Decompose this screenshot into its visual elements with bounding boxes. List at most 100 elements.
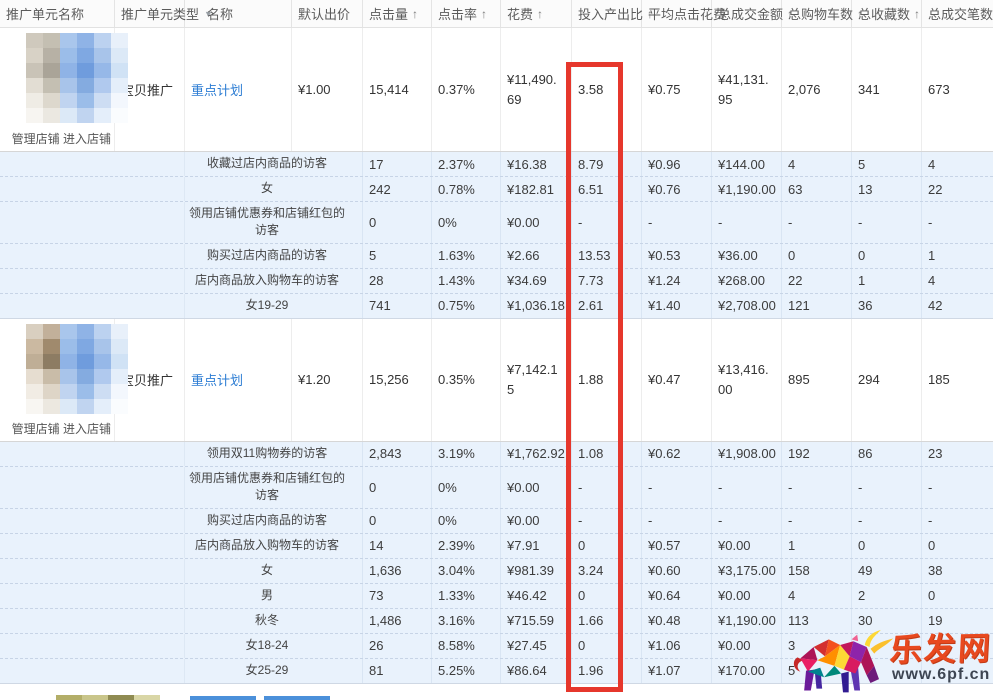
blurred-shop-image[interactable] xyxy=(26,33,128,123)
clipped-link-placeholder[interactable] xyxy=(264,696,330,700)
cell-roi-value: 1.96 xyxy=(578,663,603,678)
cell-ctr: 8.58% xyxy=(432,634,501,658)
column-header-6[interactable]: 点击率↑ xyxy=(432,0,501,27)
cell-clicks: 242 xyxy=(363,177,432,201)
cell-avg: ¥0.64 xyxy=(642,584,712,608)
cell-cost-value: ¥981.39 xyxy=(507,563,554,578)
cell-orders-value: 0 xyxy=(928,538,935,553)
audience-sub-row: 收藏过店内商品的访客172.37%¥16.388.79¥0.96¥144.004… xyxy=(0,152,993,177)
audience-name-cell-value: 女 xyxy=(261,180,273,197)
audience-name-cell: 女18-24 xyxy=(185,634,363,658)
cell-ctr-value: 0.78% xyxy=(438,182,475,197)
column-header-11[interactable]: 总购物车数↑ xyxy=(782,0,852,27)
cell-avg: ¥1.24 xyxy=(642,269,712,293)
cell-ctr: 0% xyxy=(432,202,501,243)
sub-row-spacer xyxy=(0,509,185,533)
cell-clicks-value: 1,636 xyxy=(369,563,402,578)
audience-name-cell: 男 xyxy=(185,584,363,608)
cell-roi-value: 1.66 xyxy=(578,613,603,628)
cell-cost: ¥1,762.92 xyxy=(501,442,572,466)
audience-name-cell-value: 领用双11购物券的访客 xyxy=(207,445,327,462)
column-header-4: 默认出价 xyxy=(292,0,363,27)
column-header-label: 名称 xyxy=(207,4,233,23)
cell-amount-value: ¥268.00 xyxy=(718,273,765,288)
audience-sub-row: 店内商品放入购物车的访客142.39%¥7.910¥0.57¥0.00100 xyxy=(0,534,993,559)
cell-amount-value: - xyxy=(718,513,722,528)
cell-avg: ¥0.48 xyxy=(642,609,712,633)
column-header-12[interactable]: 总收藏数 ↑ xyxy=(852,0,922,27)
clipped-link-placeholder[interactable] xyxy=(190,696,256,700)
default-bid-cell-value: ¥1.00 xyxy=(298,82,331,97)
cell-orders-value: 0 xyxy=(928,588,935,603)
audience-name-cell-value: 购买过店内商品的访客 xyxy=(207,512,327,529)
plan-name-link[interactable]: 重点计划 xyxy=(191,80,243,99)
cell-ctr: 3.04% xyxy=(432,559,501,583)
audience-name-cell: 店内商品放入购物车的访客 xyxy=(185,269,363,293)
cell-ctr-value: 2.39% xyxy=(438,538,475,553)
audience-name-cell: 女25-29 xyxy=(185,659,363,683)
watermark-brand: 乐发网 xyxy=(889,623,993,671)
cell-orders: 0 xyxy=(922,584,993,608)
cell-favs-value: 2 xyxy=(858,588,865,603)
manage-shop-link[interactable]: 管理店铺 xyxy=(12,422,60,436)
sub-row-spacer xyxy=(0,467,185,508)
cell-orders-value: - xyxy=(928,513,932,528)
column-header-9: 平均点击花费 xyxy=(642,0,712,27)
cell-orders: 22 xyxy=(922,177,993,201)
column-header-10[interactable]: 总成交金额↑ xyxy=(712,0,782,27)
sort-arrow-icon[interactable]: ↑ xyxy=(537,7,543,21)
cell-clicks-value: 741 xyxy=(369,298,391,313)
audience-name-cell-value: 女19-29 xyxy=(246,297,289,314)
sort-arrow-icon[interactable]: ↑ xyxy=(914,7,920,21)
cell-favs: 49 xyxy=(852,559,922,583)
watermark: 乐发网 www.6pf.cn xyxy=(790,626,990,698)
cell-clicks: 28 xyxy=(363,269,432,293)
cell-orders: - xyxy=(922,467,993,508)
cell-ctr: 3.19% xyxy=(432,442,501,466)
blurred-shop-image[interactable] xyxy=(26,324,128,414)
cell-roi: 0 xyxy=(572,584,642,608)
cell-cost: ¥2.66 xyxy=(501,244,572,268)
cell-cost: ¥7,142.15 xyxy=(501,319,572,441)
cell-avg-value: ¥0.75 xyxy=(648,82,681,97)
column-header-label: 总成交笔数 xyxy=(928,4,993,23)
column-header-8[interactable]: 投入产出比↑ xyxy=(572,0,642,27)
enter-shop-link[interactable]: 进入店铺 xyxy=(63,132,111,146)
cell-ctr-value: 0% xyxy=(438,513,457,528)
enter-shop-link[interactable]: 进入店铺 xyxy=(63,422,111,436)
sub-row-spacer xyxy=(0,559,185,583)
cell-orders: 185 xyxy=(922,319,993,441)
cell-ctr-value: 8.58% xyxy=(438,638,475,653)
cell-carts-value: 0 xyxy=(788,248,795,263)
cell-favs-value: - xyxy=(858,480,862,495)
cell-favs: 2 xyxy=(852,584,922,608)
cell-clicks-value: 15,256 xyxy=(369,372,409,387)
sub-row-spacer xyxy=(0,177,185,201)
column-header-5[interactable]: 点击量↑ xyxy=(363,0,432,27)
cell-orders-value: 673 xyxy=(928,82,950,97)
cell-clicks: 741 xyxy=(363,294,432,318)
column-header-2[interactable]: 推广单元类型▼ xyxy=(115,0,185,27)
cell-avg-value: ¥0.76 xyxy=(648,182,681,197)
column-header-7[interactable]: 花费↑ xyxy=(501,0,572,27)
sort-arrow-icon[interactable]: ↑ xyxy=(481,7,487,21)
cell-carts: 63 xyxy=(782,177,852,201)
cell-avg-value: - xyxy=(648,215,652,230)
audience-name-cell-value: 领用店铺优惠券和店铺红包的访客 xyxy=(185,205,349,240)
table-body: 管理店铺 进入店铺宝贝推广重点计划¥1.0015,4140.37%¥11,490… xyxy=(0,28,993,684)
cell-favs: 5 xyxy=(852,152,922,176)
cell-ctr-value: 3.19% xyxy=(438,446,475,461)
cell-favs: 0 xyxy=(852,244,922,268)
cell-avg: ¥0.53 xyxy=(642,244,712,268)
default-bid-cell: ¥1.20 xyxy=(292,319,363,441)
audience-name-cell-value: 女 xyxy=(261,562,273,579)
plan-name-link[interactable]: 重点计划 xyxy=(191,370,243,389)
cell-roi-value: - xyxy=(578,480,582,495)
cell-amount-value: ¥0.00 xyxy=(718,588,751,603)
manage-shop-link[interactable]: 管理店铺 xyxy=(12,132,60,146)
column-header-label: 总收藏数 xyxy=(858,4,910,23)
cell-favs-value: - xyxy=(858,513,862,528)
cell-favs: 294 xyxy=(852,319,922,441)
sort-arrow-icon[interactable]: ↑ xyxy=(412,7,418,21)
cell-amount: ¥0.00 xyxy=(712,584,782,608)
